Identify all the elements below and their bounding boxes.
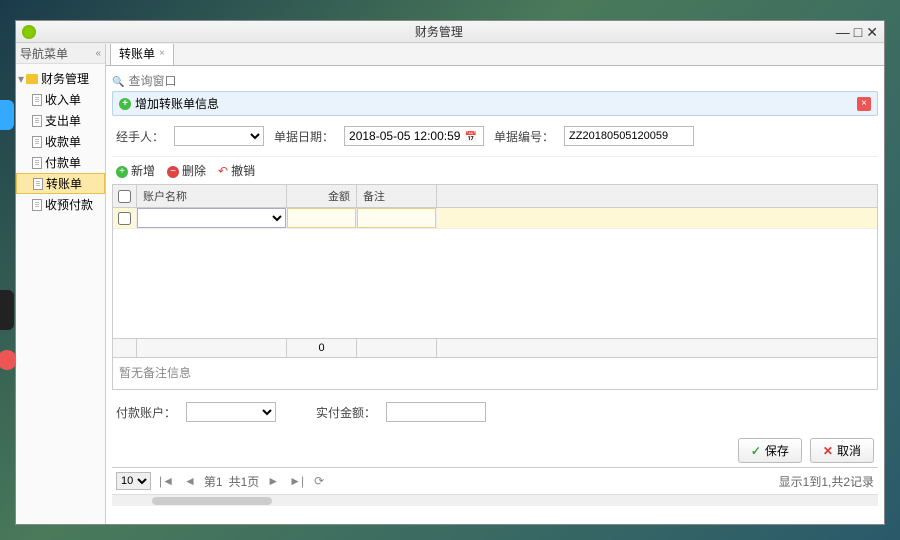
grid-toolbar: 新增 删除 撤销 [112,157,878,184]
grid-body [113,208,877,338]
app-window: 财务管理 — □ ✕ 导航菜单 « ▾ 财务管理 收入单支出单收款单付款单转账单… [15,20,885,525]
tab-close-icon[interactable]: × [159,48,165,59]
date-label: 单据日期： [274,128,334,145]
form-row-top: 经手人： 单据日期： 2018-05-05 12:00:59 单据编号： [112,116,878,157]
sidebar-item-4[interactable]: 转账单 [16,173,105,194]
refresh-button[interactable]: ⟳ [312,474,326,488]
page-current: 第1 [204,473,223,490]
cancel-button[interactable]: 取消 [810,438,874,463]
row-amount-input[interactable] [287,208,356,228]
maximize-button[interactable]: □ [854,25,862,39]
section-title: 增加转账单信息 [135,95,219,112]
sidebar-item-label: 付款单 [45,154,81,171]
grid-header: 账户名称 金额 备注 [113,185,877,208]
row-note-input[interactable] [357,208,436,228]
actual-amount-label: 实付金额： [316,404,376,421]
sidebar-item-1[interactable]: 支出单 [16,110,105,131]
col-note-header: 备注 [357,185,437,207]
add-row-button[interactable]: 新增 [116,162,155,179]
collapse-icon[interactable]: « [95,48,101,59]
pager: 10 |◄ ◄ 第1 共1页 ► ►| ⟳ 显示1到1,共2记录 [112,467,878,494]
horizontal-scrollbar[interactable] [112,494,878,506]
sidebar-header: 导航菜单 « [16,44,105,64]
tab-strip: 转账单 × [106,44,884,66]
document-icon [32,199,42,211]
grid-row[interactable] [113,208,877,229]
handler-label: 经手人： [116,128,164,145]
calendar-icon[interactable] [464,129,476,143]
amount-total: 0 [287,339,357,357]
desktop-widget-1 [0,100,14,130]
pager-info: 显示1到1,共2记录 [779,473,874,490]
folder-icon [26,74,38,84]
plus-icon: + [119,98,131,110]
col-amount-header: 金额 [287,185,357,207]
delete-row-button[interactable]: 删除 [167,162,206,179]
titlebar: 财务管理 — □ ✕ [16,21,884,43]
sidebar-item-label: 支出单 [45,112,81,129]
prev-page-button[interactable]: ◄ [182,474,198,488]
main-panel: 转账单 × 查询窗口 + 增加转账单信息 × 经手人： 单据日期： [106,44,884,524]
row-account-select[interactable] [137,208,286,228]
bottom-form: 付款账户： 实付金额： [112,390,878,434]
sidebar-item-label: 转账单 [46,175,82,192]
sidebar-title: 导航菜单 [20,45,68,62]
sidebar-item-5[interactable]: 收预付款 [16,194,105,215]
undo-button[interactable]: 撤销 [218,162,255,179]
row-checkbox[interactable] [118,212,131,225]
document-icon [33,178,43,190]
x-icon [823,444,833,458]
pay-account-select[interactable] [186,402,276,422]
tree-root[interactable]: ▾ 财务管理 [16,68,105,89]
code-input[interactable] [564,126,694,146]
document-icon [32,94,42,106]
desktop-widget-2 [0,290,14,330]
section-close-icon[interactable]: × [857,97,871,111]
page-size-select[interactable]: 10 [116,472,151,490]
breadcrumb: 查询窗口 [112,70,878,91]
date-input[interactable]: 2018-05-05 12:00:59 [344,126,484,146]
memo-area[interactable]: 暂无备注信息 [112,358,878,390]
grid-footer: 0 [113,338,877,357]
next-page-button[interactable]: ► [265,474,281,488]
app-icon [22,25,36,39]
save-button[interactable]: 保存 [738,438,802,463]
last-page-button[interactable]: ►| [287,474,306,488]
window-title: 财务管理 [42,23,836,40]
search-icon [112,74,124,88]
sidebar-item-3[interactable]: 付款单 [16,152,105,173]
document-icon [32,115,42,127]
minimize-button[interactable]: — [836,25,850,39]
page-total: 共1页 [229,473,260,490]
sidebar: 导航菜单 « ▾ 财务管理 收入单支出单收款单付款单转账单收预付款 [16,44,106,524]
tab-label: 转账单 [119,45,155,62]
tab-transfer[interactable]: 转账单 × [110,44,174,65]
sidebar-item-label: 收预付款 [45,196,93,213]
breadcrumb-label: 查询窗口 [128,72,176,89]
check-icon [751,444,761,458]
sidebar-item-label: 收款单 [45,133,81,150]
nav-tree: ▾ 财务管理 收入单支出单收款单付款单转账单收预付款 [16,64,105,219]
select-all-checkbox[interactable] [118,190,131,203]
date-value: 2018-05-05 12:00:59 [349,129,460,143]
sidebar-item-2[interactable]: 收款单 [16,131,105,152]
actual-amount-input[interactable] [386,402,486,422]
detail-grid: 账户名称 金额 备注 [112,184,878,358]
sidebar-item-0[interactable]: 收入单 [16,89,105,110]
document-icon [32,157,42,169]
sidebar-item-label: 收入单 [45,91,81,108]
section-header: + 增加转账单信息 × [112,91,878,116]
col-account-header: 账户名称 [137,185,287,207]
document-icon [32,136,42,148]
code-label: 单据编号： [494,128,554,145]
close-button[interactable]: ✕ [866,25,878,39]
pay-account-label: 付款账户： [116,404,176,421]
action-bar: 保存 取消 [112,434,878,467]
handler-select[interactable] [174,126,264,146]
tree-root-label: 财务管理 [41,70,89,87]
first-page-button[interactable]: |◄ [157,474,176,488]
